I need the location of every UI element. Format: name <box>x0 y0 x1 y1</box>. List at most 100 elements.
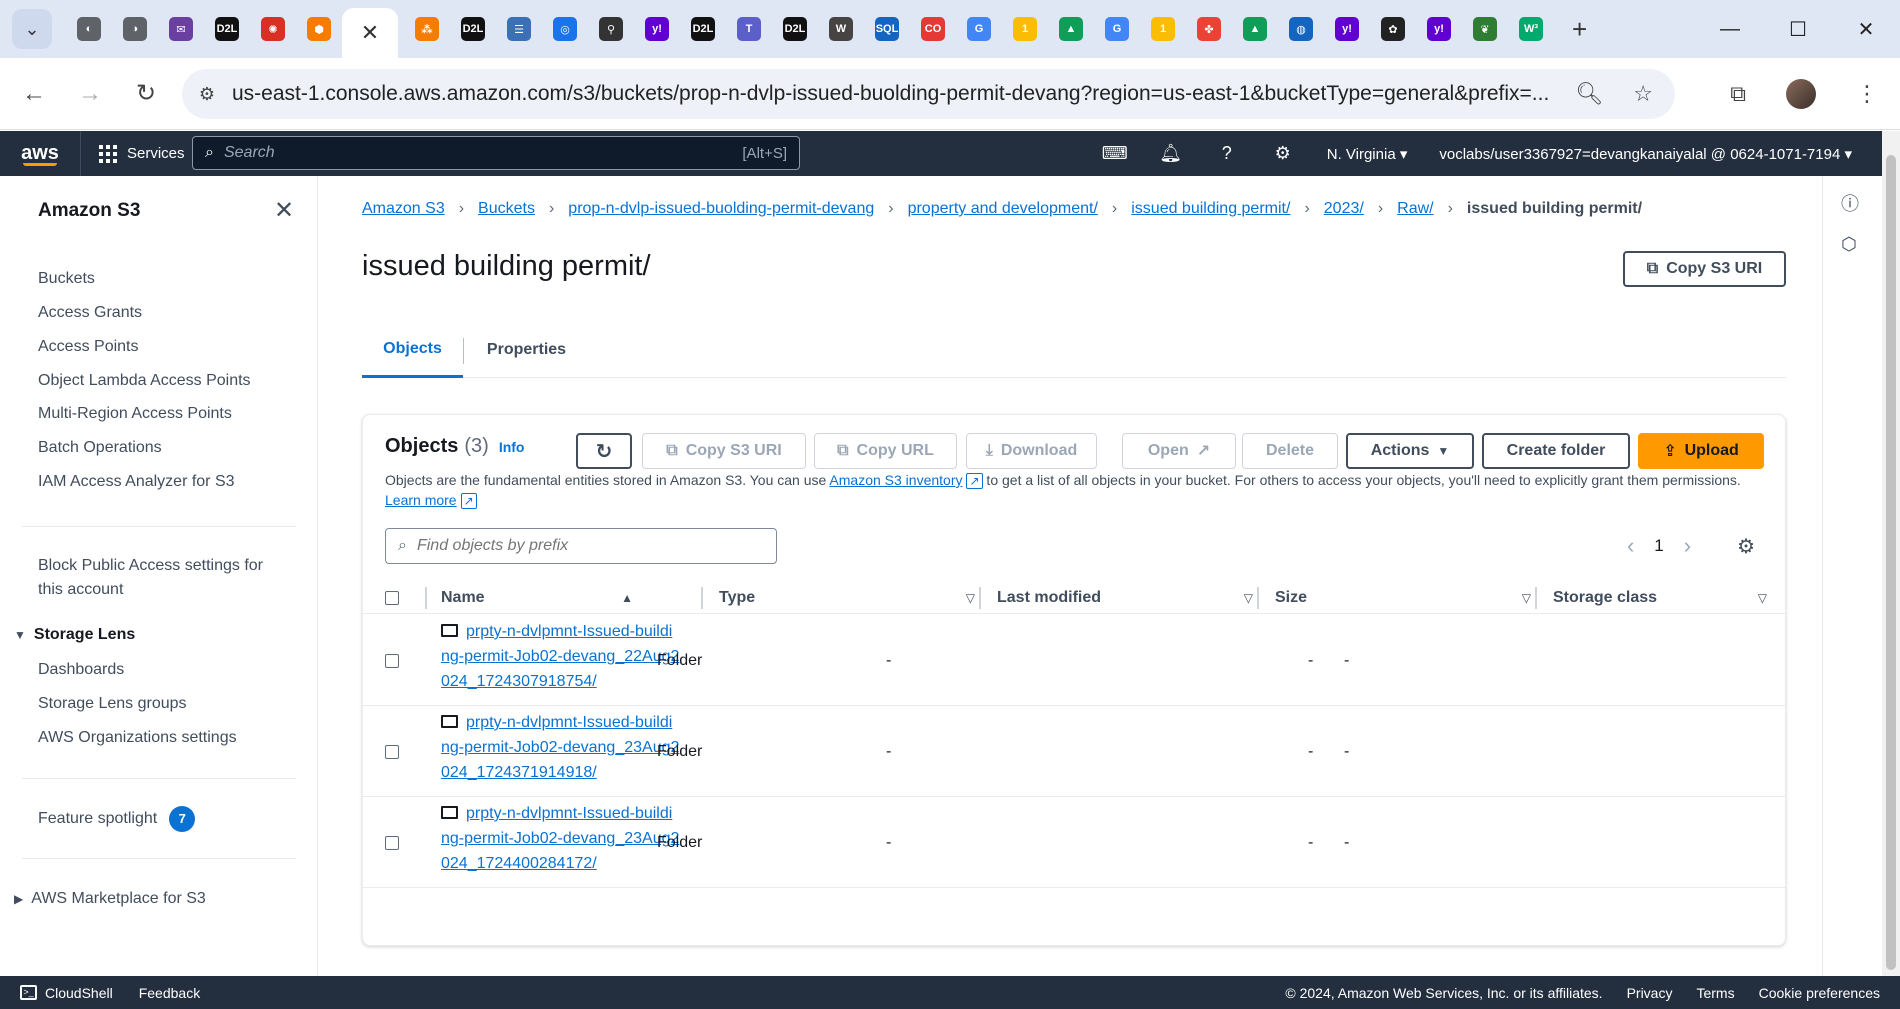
copy-s3-uri-header-button[interactable]: ⧉ Copy S3 URI <box>1623 251 1786 287</box>
leaf-icon[interactable]: ❦ <box>1473 17 1497 41</box>
breadcrumb-issued-permit[interactable]: issued building permit/ <box>1131 200 1290 218</box>
site-info-icon[interactable]: ⚙ <box>182 84 232 105</box>
info-panel-icon[interactable]: ⓘ <box>1841 190 1859 216</box>
back-icon[interactable]: ← <box>12 80 56 108</box>
column-header-type[interactable]: Type ▽ <box>719 581 983 614</box>
terms-link[interactable]: Terms <box>1696 985 1734 1001</box>
globe-blue-icon[interactable]: ◍ <box>1289 17 1313 41</box>
active-tab-close-icon[interactable]: ✕ <box>361 20 379 46</box>
d2l-icon[interactable]: D2L <box>691 17 715 41</box>
find-objects-input[interactable] <box>416 537 757 555</box>
learn-more-link[interactable]: Learn more <box>385 492 457 508</box>
privacy-link[interactable]: Privacy <box>1627 985 1673 1001</box>
sidebar-item-feature-spotlight[interactable]: Feature spotlight 7 <box>38 806 196 832</box>
minimize-icon[interactable]: — <box>1696 18 1764 41</box>
tab-objects[interactable]: Objects <box>362 322 463 378</box>
next-page-icon[interactable]: › <box>1684 533 1691 559</box>
object-name-link[interactable]: prpty-n-dvlpmnt-Issued-building-permit-J… <box>441 714 679 781</box>
wordpress-icon[interactable]: W <box>829 17 853 41</box>
sidebar-item-block-public-access[interactable]: Block Public Access settings for this acc… <box>38 554 263 602</box>
maximize-icon[interactable]: ☐ <box>1764 17 1832 42</box>
sidebar-item-lens-groups[interactable]: Storage Lens groups <box>38 695 187 713</box>
refresh-button[interactable]: ↻ <box>576 433 632 469</box>
breadcrumb-2023[interactable]: 2023/ <box>1324 200 1364 218</box>
url-text[interactable]: us-east-1.console.aws.amazon.com/s3/buck… <box>232 82 1612 106</box>
sidebar-section-storage-lens[interactable]: ▼ Storage Lens <box>14 626 135 644</box>
column-divider[interactable] <box>1535 587 1537 609</box>
table-row[interactable]: prpty-n-dvlpmnt-Issued-building-permit-J… <box>363 797 1785 888</box>
bike-icon[interactable]: ⚲ <box>599 17 623 41</box>
one-icon[interactable]: 1 <box>1013 17 1037 41</box>
profile-avatar[interactable] <box>1786 79 1816 109</box>
globe-icon[interactable]: ◑ <box>123 17 147 41</box>
sidebar-item-dashboards[interactable]: Dashboards <box>38 661 124 679</box>
d2l-icon[interactable]: D2L <box>215 17 239 41</box>
photos-icon[interactable]: ✤ <box>1197 17 1221 41</box>
teams-icon[interactable]: T <box>737 17 761 41</box>
sidebar-item-access-points[interactable]: Access Points <box>38 338 138 356</box>
sidebar-item-batch-operations[interactable]: Batch Operations <box>38 439 162 457</box>
copy-s3-uri-button[interactable]: ⧉ Copy S3 URI <box>642 433 806 469</box>
tab-properties[interactable]: Properties <box>464 322 589 378</box>
page-scrollbar[interactable] <box>1882 131 1900 976</box>
sidebar-item-object-lambda[interactable]: Object Lambda Access Points <box>38 372 251 390</box>
breadcrumb-property-dev[interactable]: property and development/ <box>908 200 1098 218</box>
spiral-icon[interactable]: ◎ <box>553 17 577 41</box>
settings-gear-icon[interactable]: ⚙ <box>1255 143 1311 164</box>
bookmark-star-icon[interactable]: ☆ <box>1633 81 1653 107</box>
yahoo-icon[interactable]: y! <box>1427 17 1451 41</box>
sidebar-item-multi-region[interactable]: Multi-Region Access Points <box>38 405 232 423</box>
current-page[interactable]: 1 <box>1654 536 1663 556</box>
upload-button[interactable]: ⇪ Upload <box>1638 433 1764 469</box>
cookie-preferences-link[interactable]: Cookie preferences <box>1759 985 1880 1001</box>
cube-icon[interactable]: ⬢ <box>307 17 331 41</box>
table-preferences-gear-icon[interactable]: ⚙ <box>1737 534 1755 559</box>
breadcrumb-amazon-s3[interactable]: Amazon S3 <box>362 200 445 218</box>
forward-icon[interactable]: → <box>68 80 112 108</box>
download-button[interactable]: ⤓ Download <box>966 433 1097 469</box>
form-icon[interactable]: ☰ <box>507 17 531 41</box>
scrollbar-thumb[interactable] <box>1886 155 1896 970</box>
row-checkbox[interactable] <box>385 706 399 797</box>
object-name-link[interactable]: prpty-n-dvlpmnt-Issued-building-permit-J… <box>441 805 679 872</box>
google-icon[interactable]: G <box>967 17 991 41</box>
zoom-icon[interactable]: 🔍︎ <box>1575 81 1603 107</box>
account-menu[interactable]: voclabs/user3367927=devangkanaiyalal @ 0… <box>1423 145 1868 163</box>
chrome-icon[interactable]: ◐ <box>77 17 101 41</box>
google-icon[interactable]: G <box>1105 17 1129 41</box>
find-objects-search[interactable]: ⌕ <box>385 528 777 564</box>
cloudshell-icon[interactable]: ⌨ <box>1087 143 1143 164</box>
row-checkbox[interactable] <box>385 797 399 888</box>
mail-icon[interactable]: ✉ <box>169 17 193 41</box>
delete-button[interactable]: Delete <box>1242 433 1338 469</box>
sidebar-section-marketplace[interactable]: ▶ AWS Marketplace for S3 <box>14 890 206 908</box>
yahoo-icon[interactable]: y! <box>645 17 669 41</box>
column-header-storage-class[interactable]: Storage class ▽ <box>1553 581 1775 614</box>
sidebar-item-org-settings[interactable]: AWS Organizations settings <box>38 729 237 747</box>
aws-logo[interactable]: aws <box>0 142 80 166</box>
browser-menu-icon[interactable]: ⋮ <box>1856 81 1878 107</box>
previous-page-icon[interactable]: ‹ <box>1627 533 1634 559</box>
create-folder-button[interactable]: Create folder <box>1482 433 1630 469</box>
column-header-last-modified[interactable]: Last modified ▽ <box>997 581 1261 614</box>
sidebar-item-iam-analyzer[interactable]: IAM Access Analyzer for S3 <box>38 473 235 491</box>
breadcrumb-bucket[interactable]: prop-n-dvlp-issued-buolding-permit-devan… <box>568 200 874 218</box>
extensions-icon[interactable]: ⧉ <box>1730 81 1746 107</box>
active-tab[interactable]: ✕ <box>342 8 398 58</box>
actions-dropdown[interactable]: Actions ▼ <box>1346 433 1474 469</box>
column-header-name[interactable]: Name ▲ <box>441 581 641 614</box>
reload-icon[interactable]: ↻ <box>124 79 168 108</box>
select-all-checkbox[interactable] <box>385 581 399 614</box>
triad-icon[interactable]: ⁂ <box>415 17 439 41</box>
table-row[interactable]: prpty-n-dvlpmnt-Issued-building-permit-J… <box>363 615 1785 706</box>
column-divider[interactable] <box>979 587 981 609</box>
one-icon[interactable]: 1 <box>1151 17 1175 41</box>
wheel-icon[interactable]: ✺ <box>261 17 285 41</box>
coursera-icon[interactable]: CO <box>921 17 945 41</box>
sidebar-item-access-grants[interactable]: Access Grants <box>38 304 142 322</box>
breadcrumb-buckets[interactable]: Buckets <box>478 200 535 218</box>
d2l-icon[interactable]: D2L <box>461 17 485 41</box>
yahoo-icon[interactable]: y! <box>1335 17 1359 41</box>
row-checkbox[interactable] <box>385 615 399 706</box>
drive-icon[interactable]: ▲ <box>1059 17 1083 41</box>
